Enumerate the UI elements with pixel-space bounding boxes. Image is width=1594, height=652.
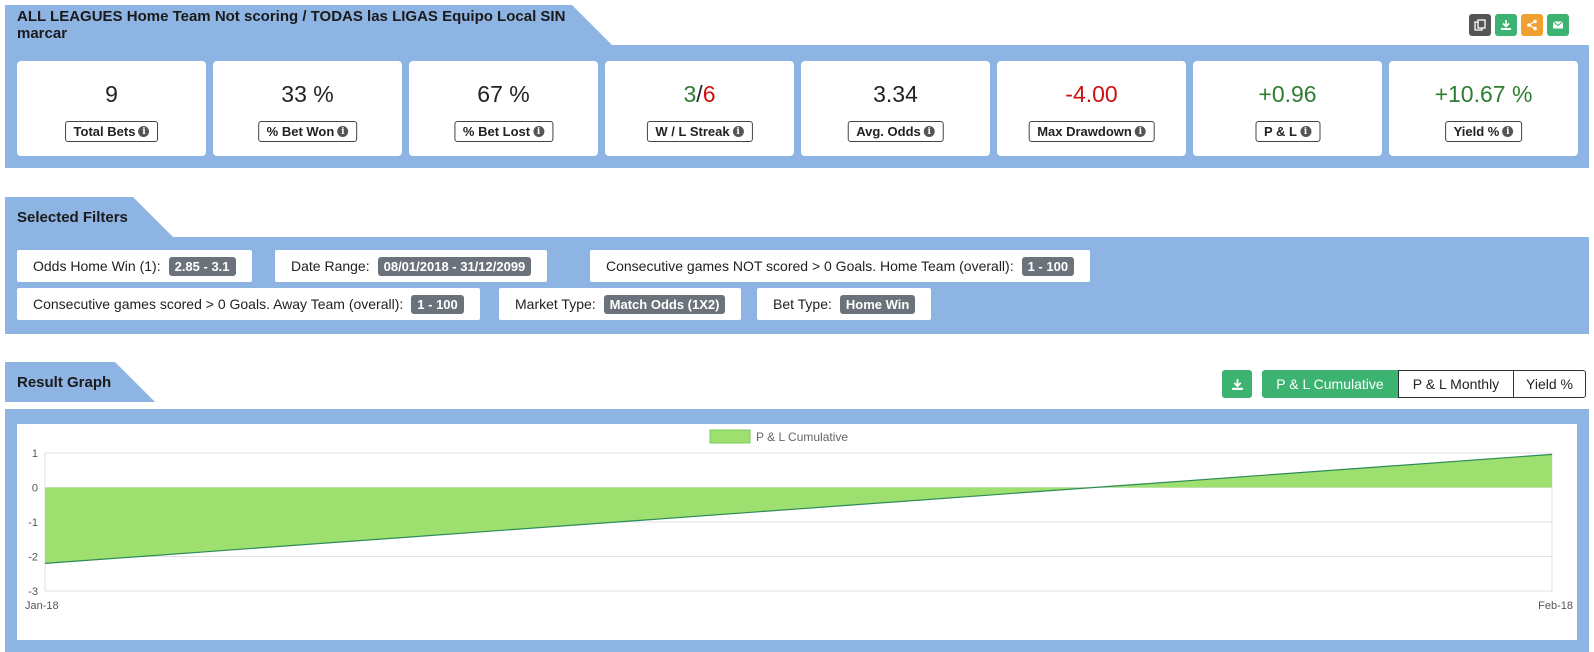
stat-card-wl-streak: 3/6 W / L Streak i: [605, 61, 794, 156]
stat-card-bet-won: 33 % % Bet Won i: [213, 61, 402, 156]
copy-icon[interactable]: [1469, 14, 1491, 36]
filter-value: 1 - 100: [411, 294, 464, 314]
pl-cumulative-chart: 1 0 -1 -2 -3 Jan-18 Feb-18 P & L Cumulative: [25, 429, 1573, 612]
stat-label[interactable]: P & Li: [1255, 121, 1320, 142]
stat-value: +10.67 %: [1434, 81, 1533, 107]
y-tick-label: -1: [28, 517, 38, 529]
download-icon[interactable]: [1495, 14, 1517, 36]
x-tick-label: Feb-18: [1538, 600, 1573, 612]
info-icon[interactable]: i: [1300, 126, 1311, 137]
stat-card-max-drawdown: -4.00 Max Drawdown i: [997, 61, 1186, 156]
graph-title: Result Graph: [17, 373, 112, 391]
stat-value: 3.34: [873, 81, 918, 107]
result-chart: 1 0 -1 -2 -3 Jan-18 Feb-18 P & L Cumulative: [17, 424, 1577, 640]
filter-label: Bet Type:: [773, 296, 832, 312]
header-actions: [1469, 14, 1569, 36]
legend-swatch: [709, 429, 751, 444]
win-streak: 3: [683, 81, 697, 107]
stat-label[interactable]: % Bet Lost i: [453, 121, 554, 142]
filter-value: 1 - 100: [1021, 256, 1075, 276]
info-icon[interactable]: i: [337, 126, 349, 137]
info-icon[interactable]: i: [533, 126, 545, 137]
info-icon[interactable]: i: [923, 126, 935, 137]
filter-label: Market Type:: [515, 296, 596, 312]
stat-label[interactable]: W / L Streak i: [646, 121, 753, 142]
info-icon[interactable]: i: [1134, 126, 1146, 137]
tab-pl-cumulative[interactable]: P & L Cumulative: [1262, 370, 1398, 398]
stat-value: 9: [105, 81, 118, 107]
stat-label[interactable]: Total Bets i: [64, 121, 159, 142]
graph-download-button[interactable]: [1222, 370, 1252, 398]
filter-away-scored: Consecutive games scored > 0 Goals. Away…: [17, 288, 480, 320]
stat-label[interactable]: Avg. Odds i: [847, 121, 944, 142]
loss-streak: 6: [702, 81, 716, 107]
stat-card-avg-odds: 3.34 Avg. Odds i: [801, 61, 990, 156]
page-title-tab: ALL LEAGUES Home Team Not scoring / TODA…: [5, 5, 612, 45]
info-icon[interactable]: i: [732, 126, 744, 137]
tab-yield[interactable]: Yield %: [1513, 370, 1586, 398]
stat-label[interactable]: Yield % i: [1444, 121, 1523, 142]
stat-value: 67 %: [477, 81, 530, 107]
y-tick-label: 0: [32, 483, 38, 495]
filter-bet-type: Bet Type: Home Win: [757, 288, 932, 320]
filter-value: 2.85 - 3.1: [168, 256, 236, 276]
info-icon[interactable]: i: [138, 126, 150, 137]
filters-title: Selected Filters: [17, 208, 128, 226]
info-icon[interactable]: i: [1502, 126, 1514, 137]
graph-tab: Result Graph: [5, 362, 155, 402]
stat-card-pl: +0.96 P & Li: [1193, 61, 1382, 156]
share-icon[interactable]: [1521, 14, 1543, 36]
filter-label: Odds Home Win (1):: [33, 258, 161, 274]
stat-card-bet-lost: 67 % % Bet Lost i: [409, 61, 598, 156]
stat-value: -4.00: [1065, 81, 1118, 107]
filter-odds-home-win: Odds Home Win (1): 2.85 - 3.1: [17, 250, 252, 282]
y-tick-label: 1: [32, 448, 38, 460]
filter-market-type: Market Type: Match Odds (1X2): [499, 288, 742, 320]
download-icon: [1231, 378, 1243, 390]
email-icon[interactable]: [1547, 14, 1569, 36]
x-tick-label: Jan-18: [25, 600, 59, 612]
stat-card-total-bets: 9 Total Bets i: [17, 61, 206, 156]
page-title: ALL LEAGUES Home Team Not scoring / TODA…: [17, 8, 566, 42]
filter-date-range: Date Range: 08/01/2018 - 31/12/2099: [275, 250, 548, 282]
filter-value: 08/01/2018 - 31/12/2099: [377, 256, 532, 276]
filter-value: Home Win: [839, 294, 916, 314]
stat-value: 3/6: [605, 81, 794, 108]
filter-home-not-scored: Consecutive games NOT scored > 0 Goals. …: [590, 250, 1091, 282]
y-tick-label: -2: [28, 552, 38, 564]
stat-value: +0.96: [1258, 81, 1317, 107]
filter-label: Date Range:: [291, 258, 370, 274]
filter-value: Match Odds (1X2): [603, 294, 726, 314]
legend-label: P & L Cumulative: [756, 430, 848, 444]
filter-label: Consecutive games scored > 0 Goals. Away…: [33, 296, 404, 312]
filters-tab: Selected Filters: [5, 197, 173, 237]
stat-label[interactable]: Max Drawdown i: [1028, 121, 1155, 142]
stat-card-yield: +10.67 % Yield % i: [1389, 61, 1578, 156]
stats-row: 9 Total Bets i 33 % % Bet Won i 67 % % Bet…: [17, 61, 1578, 156]
y-tick-label: -3: [28, 586, 38, 598]
stat-label[interactable]: % Bet Won i: [257, 121, 358, 142]
filter-label: Consecutive games NOT scored > 0 Goals. …: [606, 258, 1014, 274]
stat-value: 33 %: [281, 81, 334, 107]
tab-pl-monthly[interactable]: P & L Monthly: [1398, 370, 1514, 398]
